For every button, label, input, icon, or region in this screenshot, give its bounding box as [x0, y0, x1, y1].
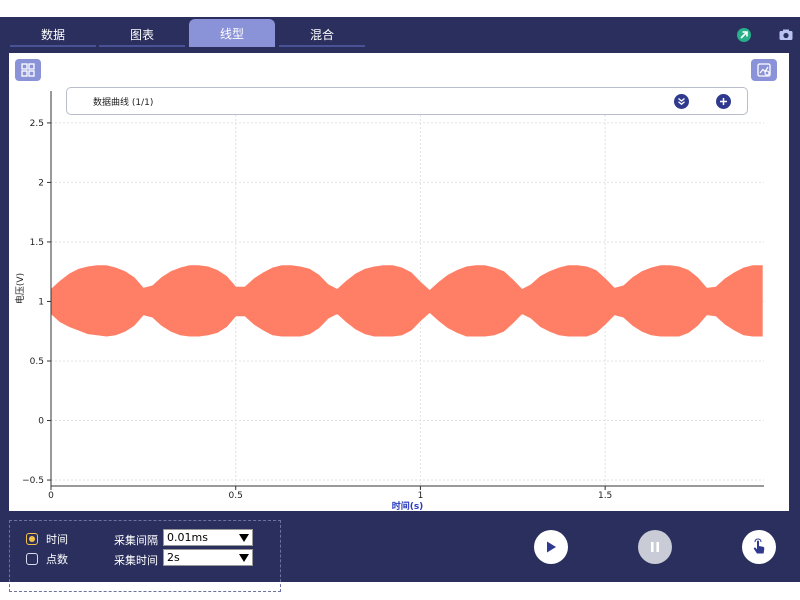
- start-button[interactable]: [534, 530, 568, 564]
- mode-time-label: 时间: [46, 533, 68, 546]
- double-chevron-down-icon: [678, 98, 685, 106]
- add-series-button[interactable]: [716, 94, 731, 109]
- series-legend: 数据曲线 (1/1): [66, 87, 748, 115]
- mode-points-label: 点数: [46, 553, 68, 566]
- interval-select[interactable]: 0.01ms: [163, 529, 253, 546]
- camera-icon[interactable]: [778, 27, 794, 43]
- tab-chart[interactable]: 图表: [99, 23, 185, 47]
- y-tick-label: 0: [38, 417, 44, 427]
- y-axis-label: 电压(V): [14, 273, 26, 304]
- chart-settings-icon: [757, 63, 771, 77]
- plus-icon: [720, 98, 727, 105]
- x-tick-label: 1: [418, 491, 424, 501]
- x-tick-label: 0: [48, 491, 54, 501]
- duration-label: 采集时间: [114, 554, 158, 567]
- y-tick-label: 1.5: [30, 238, 44, 248]
- legend-label: 数据曲线 (1/1): [93, 98, 154, 108]
- y-tick-label: 0.5: [30, 357, 44, 367]
- duration-value: 2s: [167, 551, 180, 564]
- y-tick-label: 2: [38, 178, 44, 188]
- y-tick-label: 1: [38, 297, 44, 307]
- app-window: 数据 图表 线型 混合 −0.5 0 0.5 1 1.5 2 2.5 0 0.5 1 1.5 时间(s…: [0, 0, 800, 600]
- chart-settings-button[interactable]: [751, 59, 777, 81]
- acquisition-settings: 时间 点数 采集间隔 0.01ms 采集时间 2s: [9, 520, 281, 592]
- hand-pointer-icon: [753, 538, 765, 554]
- pause-icon: [651, 542, 659, 552]
- series-envelope: [50, 265, 763, 337]
- interval-value: 0.01ms: [167, 531, 208, 544]
- main-frame: 数据 图表 线型 混合 −0.5 0 0.5 1 1.5 2 2.5 0 0.5 1 1.5 时间(s…: [0, 17, 800, 592]
- grid-icon: [21, 63, 35, 77]
- interval-label: 采集间隔: [114, 534, 158, 547]
- tab-line-style[interactable]: 线型: [189, 19, 275, 47]
- dropdown-arrow-icon: [239, 554, 249, 562]
- y-tick-label: 2.5: [30, 119, 44, 129]
- voltage-chart: −0.5 0 0.5 1 1.5 2 2.5 0 0.5 1 1.5 时间(s) 电压(V): [14, 91, 764, 511]
- mode-points-radio[interactable]: [26, 553, 38, 565]
- pause-button[interactable]: [638, 530, 672, 564]
- mode-time-radio[interactable]: [26, 533, 38, 545]
- tab-data[interactable]: 数据: [10, 23, 96, 47]
- play-icon: [547, 541, 556, 553]
- chart-panel: −0.5 0 0.5 1 1.5 2 2.5 0 0.5 1 1.5 时间(s) 电压(V) 数据曲线 …: [9, 53, 789, 511]
- layout-grid-button[interactable]: [15, 59, 41, 81]
- link-icon[interactable]: [736, 27, 752, 43]
- mode-time-option[interactable]: 时间: [26, 531, 68, 547]
- touch-mode-button[interactable]: [742, 530, 776, 564]
- x-tick-label: 1.5: [598, 491, 612, 501]
- expand-legend-button[interactable]: [674, 94, 689, 109]
- duration-select[interactable]: 2s: [163, 549, 253, 566]
- mode-points-option[interactable]: 点数: [26, 551, 68, 567]
- dropdown-arrow-icon: [239, 534, 249, 542]
- x-axis-label: 时间(s): [392, 500, 424, 511]
- x-tick-label: 0.5: [229, 491, 243, 501]
- tab-mixed[interactable]: 混合: [279, 23, 365, 47]
- y-tick-label: −0.5: [22, 476, 44, 486]
